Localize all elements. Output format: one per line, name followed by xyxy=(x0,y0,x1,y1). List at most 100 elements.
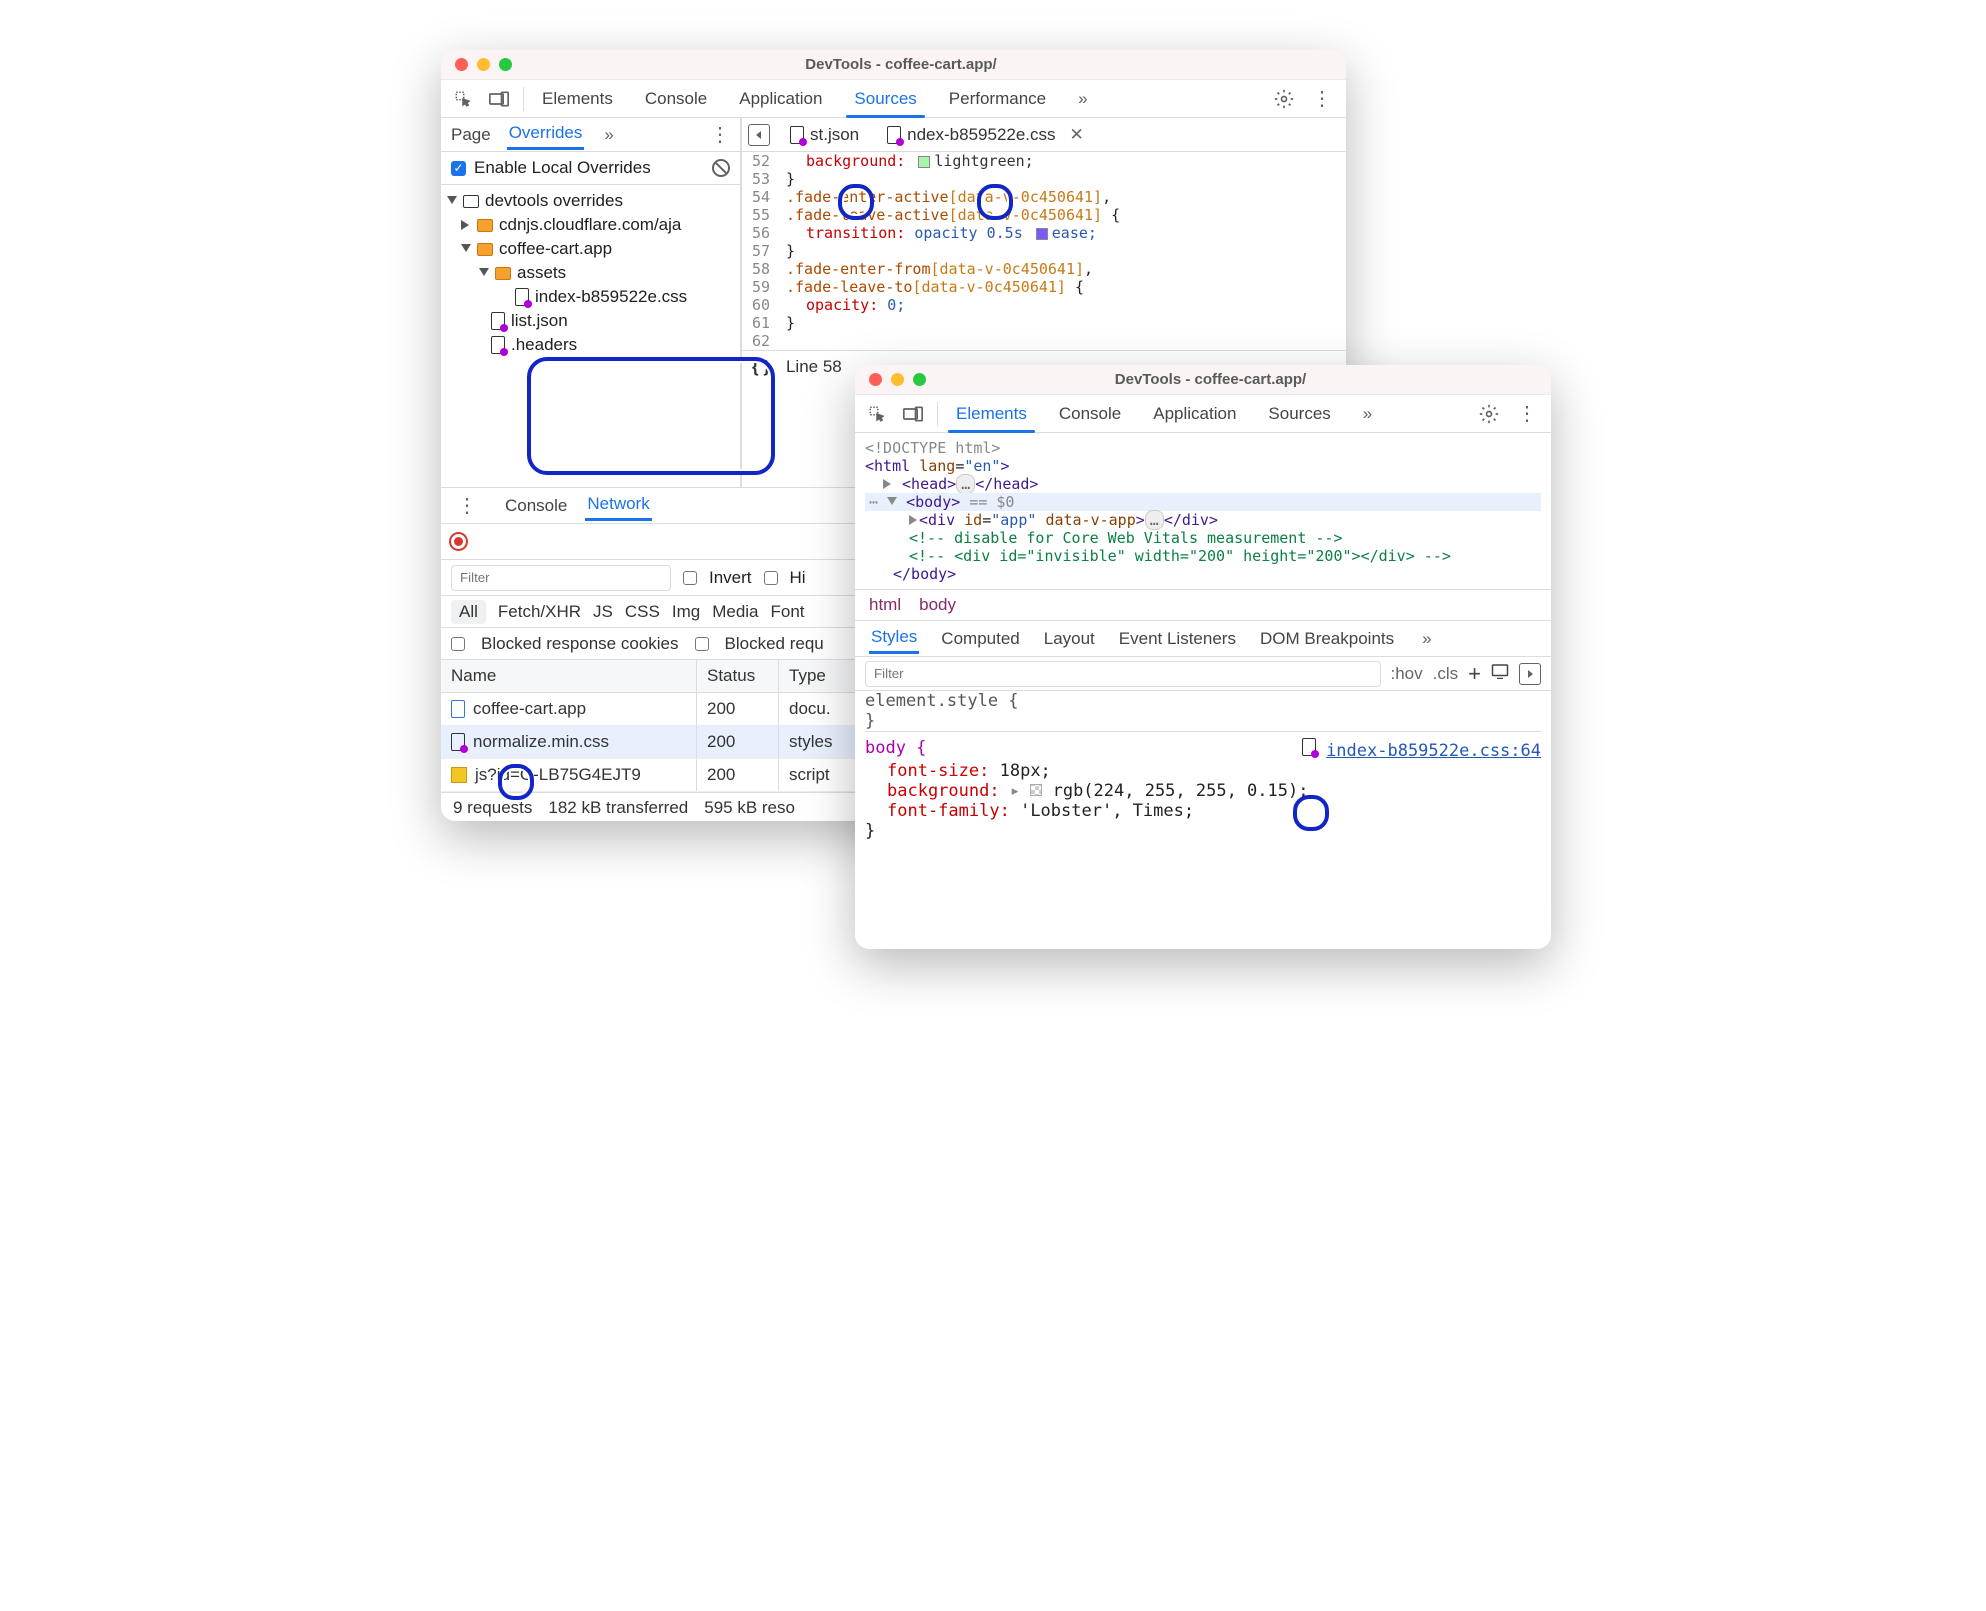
subtab-computed[interactable]: Computed xyxy=(939,625,1021,653)
tab-performance[interactable]: Performance xyxy=(943,83,1052,115)
close-icon[interactable] xyxy=(455,58,468,71)
drawer-tab-network[interactable]: Network xyxy=(585,490,651,521)
close-icon[interactable]: ✕ xyxy=(1070,125,1084,145)
kebab-icon[interactable]: ⋮ xyxy=(700,122,740,147)
gear-icon[interactable] xyxy=(1266,83,1302,115)
pretty-print-icon[interactable]: { } xyxy=(752,357,770,377)
drawer-tab-console[interactable]: Console xyxy=(503,492,569,520)
file-icon xyxy=(451,733,465,751)
type-fetch[interactable]: Fetch/XHR xyxy=(498,602,581,622)
subtab-breakpoints[interactable]: DOM Breakpoints xyxy=(1258,625,1396,653)
subtab-styles[interactable]: Styles xyxy=(869,623,919,654)
file-tree: devtools overrides cdnjs.cloudflare.com/… xyxy=(441,185,740,363)
main-toolbar: Elements Console Application Sources Per… xyxy=(441,80,1346,118)
device-icon[interactable] xyxy=(895,398,931,430)
tree-folder-assets[interactable]: assets xyxy=(517,263,566,283)
col-status[interactable]: Status xyxy=(697,660,779,692)
network-filter-input[interactable] xyxy=(451,565,671,591)
toggle-panel-icon[interactable] xyxy=(748,124,770,146)
type-all[interactable]: All xyxy=(451,600,486,624)
checkbox-blocked-requests[interactable] xyxy=(695,637,709,651)
chevron-right-icon[interactable]: » xyxy=(598,125,619,145)
tab-application[interactable]: Application xyxy=(733,83,828,115)
crumb-html[interactable]: html xyxy=(869,595,901,615)
type-css[interactable]: CSS xyxy=(625,602,660,622)
file-json-icon xyxy=(491,312,505,330)
subtab-overrides[interactable]: Overrides xyxy=(507,119,585,150)
tab-elements[interactable]: Elements xyxy=(536,83,619,115)
tree-folder-app[interactable]: coffee-cart.app xyxy=(499,239,612,259)
tree-file-headers[interactable]: .headers xyxy=(511,335,577,355)
tab-sources[interactable]: Sources xyxy=(848,83,922,115)
kebab-icon[interactable]: ⋮ xyxy=(447,493,487,518)
checkbox-blocked-cookies[interactable] xyxy=(451,637,465,651)
blocked-cookies-label: Blocked response cookies xyxy=(481,634,679,654)
cursor-status: Line 58 xyxy=(786,357,842,377)
blocked-requests-label: Blocked requ xyxy=(725,634,824,654)
editor-tab-css[interactable]: ndex-b859522e.css✕ xyxy=(879,123,1092,147)
zoom-icon[interactable] xyxy=(913,373,926,386)
tab-console[interactable]: Console xyxy=(1053,398,1127,430)
file-headers-icon xyxy=(491,336,505,354)
chevron-right-icon[interactable]: » xyxy=(1416,629,1437,649)
script-icon xyxy=(451,767,467,783)
new-style-icon[interactable]: + xyxy=(1468,661,1481,687)
styles-pane[interactable]: element.style { } body { index-b859522e.… xyxy=(855,691,1551,841)
toggle-panel-icon[interactable] xyxy=(1519,663,1541,685)
inspect-icon[interactable] xyxy=(445,83,481,115)
titlebar: DevTools - coffee-cart.app/ xyxy=(441,50,1346,80)
tab-elements[interactable]: Elements xyxy=(950,398,1033,430)
minimize-icon[interactable] xyxy=(477,58,490,71)
chevron-right-icon[interactable]: » xyxy=(1357,404,1378,424)
editor-tab-json[interactable]: st.json xyxy=(782,123,867,147)
type-font[interactable]: Font xyxy=(771,602,805,622)
tree-file-json[interactable]: list.json xyxy=(511,311,568,331)
enable-overrides-label: Enable Local Overrides xyxy=(474,158,651,178)
clear-overrides-icon[interactable] xyxy=(712,159,730,177)
checkbox-enable-overrides[interactable]: ✓ xyxy=(451,161,466,176)
style-source-link[interactable]: index-b859522e.css:64 xyxy=(1326,741,1541,761)
minimize-icon[interactable] xyxy=(891,373,904,386)
cls-toggle[interactable]: .cls xyxy=(1433,664,1459,684)
record-icon[interactable] xyxy=(451,534,466,549)
type-img[interactable]: Img xyxy=(672,602,700,622)
hov-toggle[interactable]: :hov xyxy=(1391,664,1423,684)
checkbox-hide[interactable] xyxy=(764,571,778,585)
devtools-window-elements: DevTools - coffee-cart.app/ Elements Con… xyxy=(855,365,1551,949)
enable-overrides-row: ✓ Enable Local Overrides xyxy=(441,152,740,185)
subtab-listeners[interactable]: Event Listeners xyxy=(1117,625,1238,653)
code-editor[interactable]: 52background: lightgreen; 53} 54.fade-en… xyxy=(742,152,1346,350)
subtab-page[interactable]: Page xyxy=(449,121,493,149)
tree-folder-cdn[interactable]: cdnjs.cloudflare.com/aja xyxy=(499,215,681,235)
subtab-layout[interactable]: Layout xyxy=(1042,625,1097,653)
checkbox-invert[interactable] xyxy=(683,571,697,585)
device-icon[interactable] xyxy=(1491,663,1509,684)
tab-application[interactable]: Application xyxy=(1147,398,1242,430)
dom-tree[interactable]: <!DOCTYPE html> <html lang="en"> <head>…… xyxy=(855,433,1551,589)
folder-icon xyxy=(477,243,493,256)
device-icon[interactable] xyxy=(481,83,517,115)
document-icon xyxy=(451,700,465,718)
chevron-right-icon[interactable]: » xyxy=(1072,89,1093,109)
type-media[interactable]: Media xyxy=(712,602,758,622)
inspect-icon[interactable] xyxy=(859,398,895,430)
folder-icon xyxy=(463,195,479,208)
file-icon xyxy=(887,126,901,144)
tab-sources[interactable]: Sources xyxy=(1262,398,1336,430)
zoom-icon[interactable] xyxy=(499,58,512,71)
tab-console[interactable]: Console xyxy=(639,83,713,115)
kebab-icon[interactable]: ⋮ xyxy=(1507,401,1547,426)
type-js[interactable]: JS xyxy=(593,602,613,622)
crumb-body[interactable]: body xyxy=(919,595,956,615)
tree-file-css[interactable]: index-b859522e.css xyxy=(535,287,687,307)
invert-label: Invert xyxy=(709,568,752,588)
tree-folder-root[interactable]: devtools overrides xyxy=(485,191,623,211)
gear-icon[interactable] xyxy=(1471,398,1507,430)
close-icon[interactable] xyxy=(869,373,882,386)
styles-filter-input[interactable] xyxy=(865,661,1381,687)
file-icon xyxy=(790,126,804,144)
col-name[interactable]: Name xyxy=(441,660,697,692)
file-icon xyxy=(1302,738,1316,756)
window-title: DevTools - coffee-cart.app/ xyxy=(940,371,1481,388)
kebab-icon[interactable]: ⋮ xyxy=(1302,86,1342,111)
